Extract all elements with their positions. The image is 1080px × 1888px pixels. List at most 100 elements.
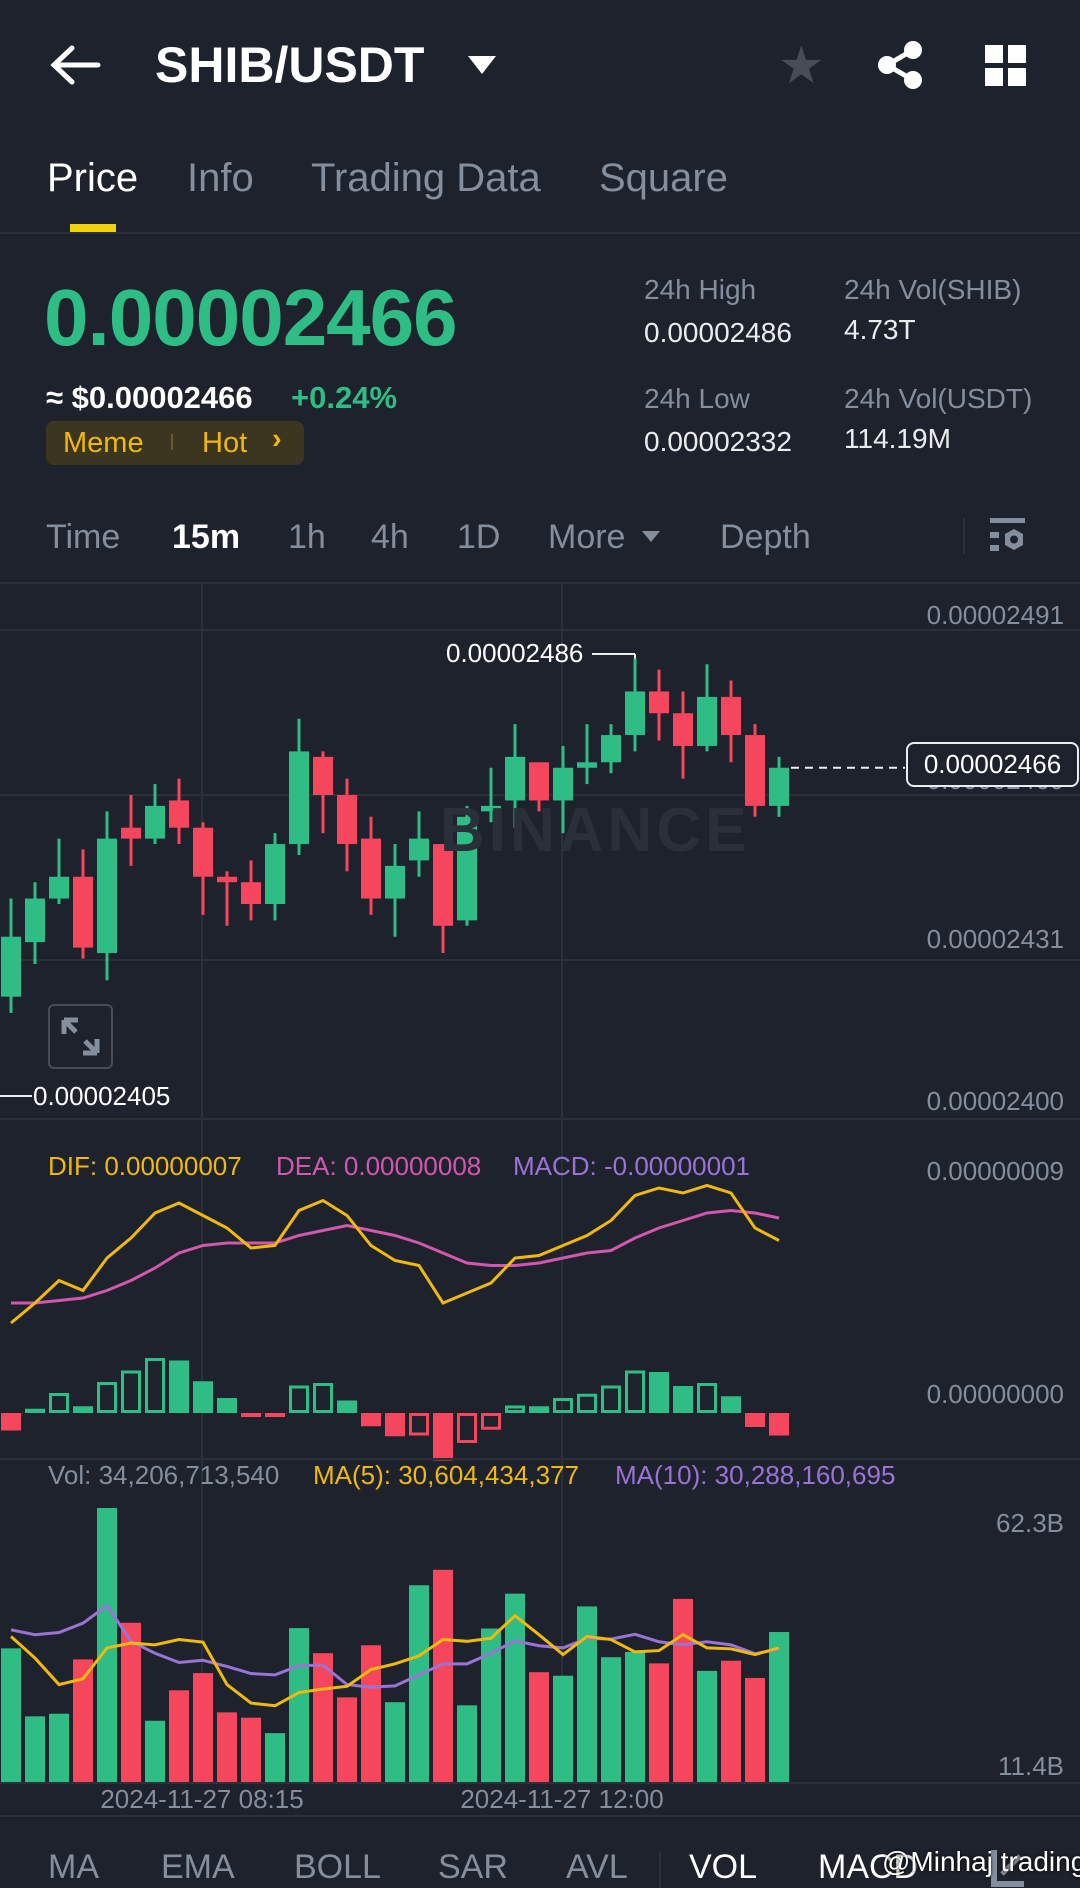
- volume-bar: [145, 1720, 165, 1783]
- macd-histogram-bar: [673, 1386, 693, 1413]
- volume-bar: [577, 1606, 597, 1783]
- vol-ma5-label: MA(5): 30,604,434,377: [313, 1460, 579, 1490]
- volume-bar: [193, 1673, 213, 1783]
- macd-axis-label: 0.00000009: [926, 1156, 1064, 1186]
- volume-bar: [649, 1663, 669, 1783]
- candle-body: [265, 844, 285, 904]
- macd-histogram-bar: [721, 1396, 741, 1413]
- macd-histogram-bar: [313, 1383, 333, 1413]
- vol-ma10-label: MA(10): 30,288,160,695: [615, 1460, 896, 1490]
- indicator-sar[interactable]: SAR: [438, 1848, 508, 1887]
- macd-histogram-bar: [601, 1385, 621, 1413]
- macd-histogram-bar: [289, 1385, 309, 1413]
- dif-line: [10, 1183, 780, 1325]
- indicator-ma[interactable]: MA: [48, 1848, 99, 1887]
- candle-body: [361, 838, 381, 899]
- macd-histogram-bar: [385, 1413, 405, 1437]
- indicator-boll[interactable]: BOLL: [294, 1848, 381, 1887]
- divider: [659, 1852, 661, 1888]
- candle-body: [769, 767, 789, 806]
- macd-histogram-bar: [649, 1372, 669, 1413]
- macd-histogram-bar: [25, 1408, 45, 1413]
- volume-bar: [601, 1657, 621, 1783]
- macd-histogram-bar: [121, 1370, 141, 1413]
- candle-body: [217, 876, 237, 883]
- macd-histogram-bar: [457, 1413, 477, 1443]
- candle-body: [1, 936, 21, 997]
- time-axis-label: 2024-11-27 12:00: [460, 1784, 664, 1814]
- candle-body: [313, 756, 333, 795]
- macd-histogram-bar: [505, 1405, 525, 1413]
- volume-bar: [385, 1702, 405, 1783]
- dif-label: DIF: 0.00000007: [48, 1151, 242, 1181]
- macd-histogram-bar: [409, 1413, 429, 1436]
- volume-bar: [697, 1670, 717, 1783]
- kline-chart[interactable]: [0, 0, 1080, 1888]
- candle-body: [625, 691, 645, 736]
- price-axis-label: 0.00002491: [926, 600, 1064, 630]
- time-axis-label: 2024-11-27 08:15: [100, 1784, 304, 1814]
- volume-bar: [49, 1713, 69, 1783]
- macd-histogram-bar: [481, 1413, 501, 1430]
- macd-histogram-bar: [697, 1383, 717, 1413]
- overlay-watermark: @Minhaj trading: [882, 1846, 1080, 1877]
- macd-histogram-bar: [97, 1382, 117, 1413]
- macd-histogram-bar: [433, 1413, 453, 1461]
- macd-histogram-bar: [73, 1406, 93, 1413]
- chart-watermark: BINANCE: [440, 796, 751, 865]
- divider: [0, 1815, 1080, 1817]
- candle-body: [337, 795, 357, 845]
- candle-body: [241, 882, 261, 904]
- macd-histogram-bar: [193, 1381, 213, 1413]
- dea-line: [11, 1208, 780, 1305]
- low-price-marker: 0.00002405: [33, 1081, 171, 1111]
- candle-body: [289, 751, 309, 845]
- candle-body: [73, 876, 93, 948]
- volume-bar: [217, 1712, 237, 1783]
- volume-bar: [121, 1622, 141, 1783]
- candle-body: [121, 827, 141, 839]
- macd-histogram-bar: [49, 1393, 69, 1413]
- indicator-ema[interactable]: EMA: [161, 1848, 235, 1887]
- candle-body: [697, 696, 717, 746]
- volume-bar: [265, 1733, 285, 1783]
- volume-bar: [721, 1660, 741, 1783]
- macd-label: MACD: -0.00000001: [513, 1151, 751, 1181]
- vol-axis-label: 62.3B: [996, 1508, 1064, 1538]
- candle-body: [577, 762, 597, 768]
- volume-bar: [337, 1697, 357, 1783]
- volume-bar: [433, 1569, 453, 1783]
- candle-body: [25, 898, 45, 943]
- indicator-vol[interactable]: VOL: [689, 1848, 757, 1887]
- candle-body: [409, 838, 429, 861]
- candle-body: [721, 696, 741, 736]
- volume-bar: [625, 1651, 645, 1783]
- vol-axis-label: 11.4B: [997, 1751, 1064, 1781]
- indicator-avl[interactable]: AVL: [566, 1848, 628, 1887]
- expand-icon: [61, 1017, 100, 1056]
- divider: [0, 1118, 1080, 1120]
- macd-axis-label: 0.00000000: [926, 1379, 1064, 1409]
- candle-body: [673, 713, 693, 746]
- volume-bar: [241, 1717, 261, 1783]
- macd-histogram-bar: [265, 1413, 285, 1417]
- price-axis-label: 0.00002431: [926, 924, 1064, 954]
- volume-bar: [457, 1705, 477, 1783]
- volume-bar: [409, 1585, 429, 1783]
- candle-body: [505, 756, 525, 801]
- macd-histogram-bar: [625, 1370, 645, 1413]
- macd-histogram-bar: [241, 1413, 261, 1417]
- volume-bar: [553, 1675, 573, 1783]
- candle-body: [385, 865, 405, 899]
- candle-body: [601, 735, 621, 763]
- high-price-marker: 0.00002486: [446, 638, 584, 668]
- macd-histogram-bar: [745, 1413, 765, 1427]
- volume-bar: [769, 1632, 789, 1783]
- volume-bar: [289, 1628, 309, 1783]
- volume-bar: [25, 1716, 45, 1783]
- fullscreen-button[interactable]: [48, 1004, 113, 1069]
- current-price-tag[interactable]: 0.00002466: [906, 742, 1079, 787]
- volume-bar: [169, 1690, 189, 1783]
- volume-bar: [673, 1598, 693, 1783]
- volume-bar: [529, 1672, 549, 1783]
